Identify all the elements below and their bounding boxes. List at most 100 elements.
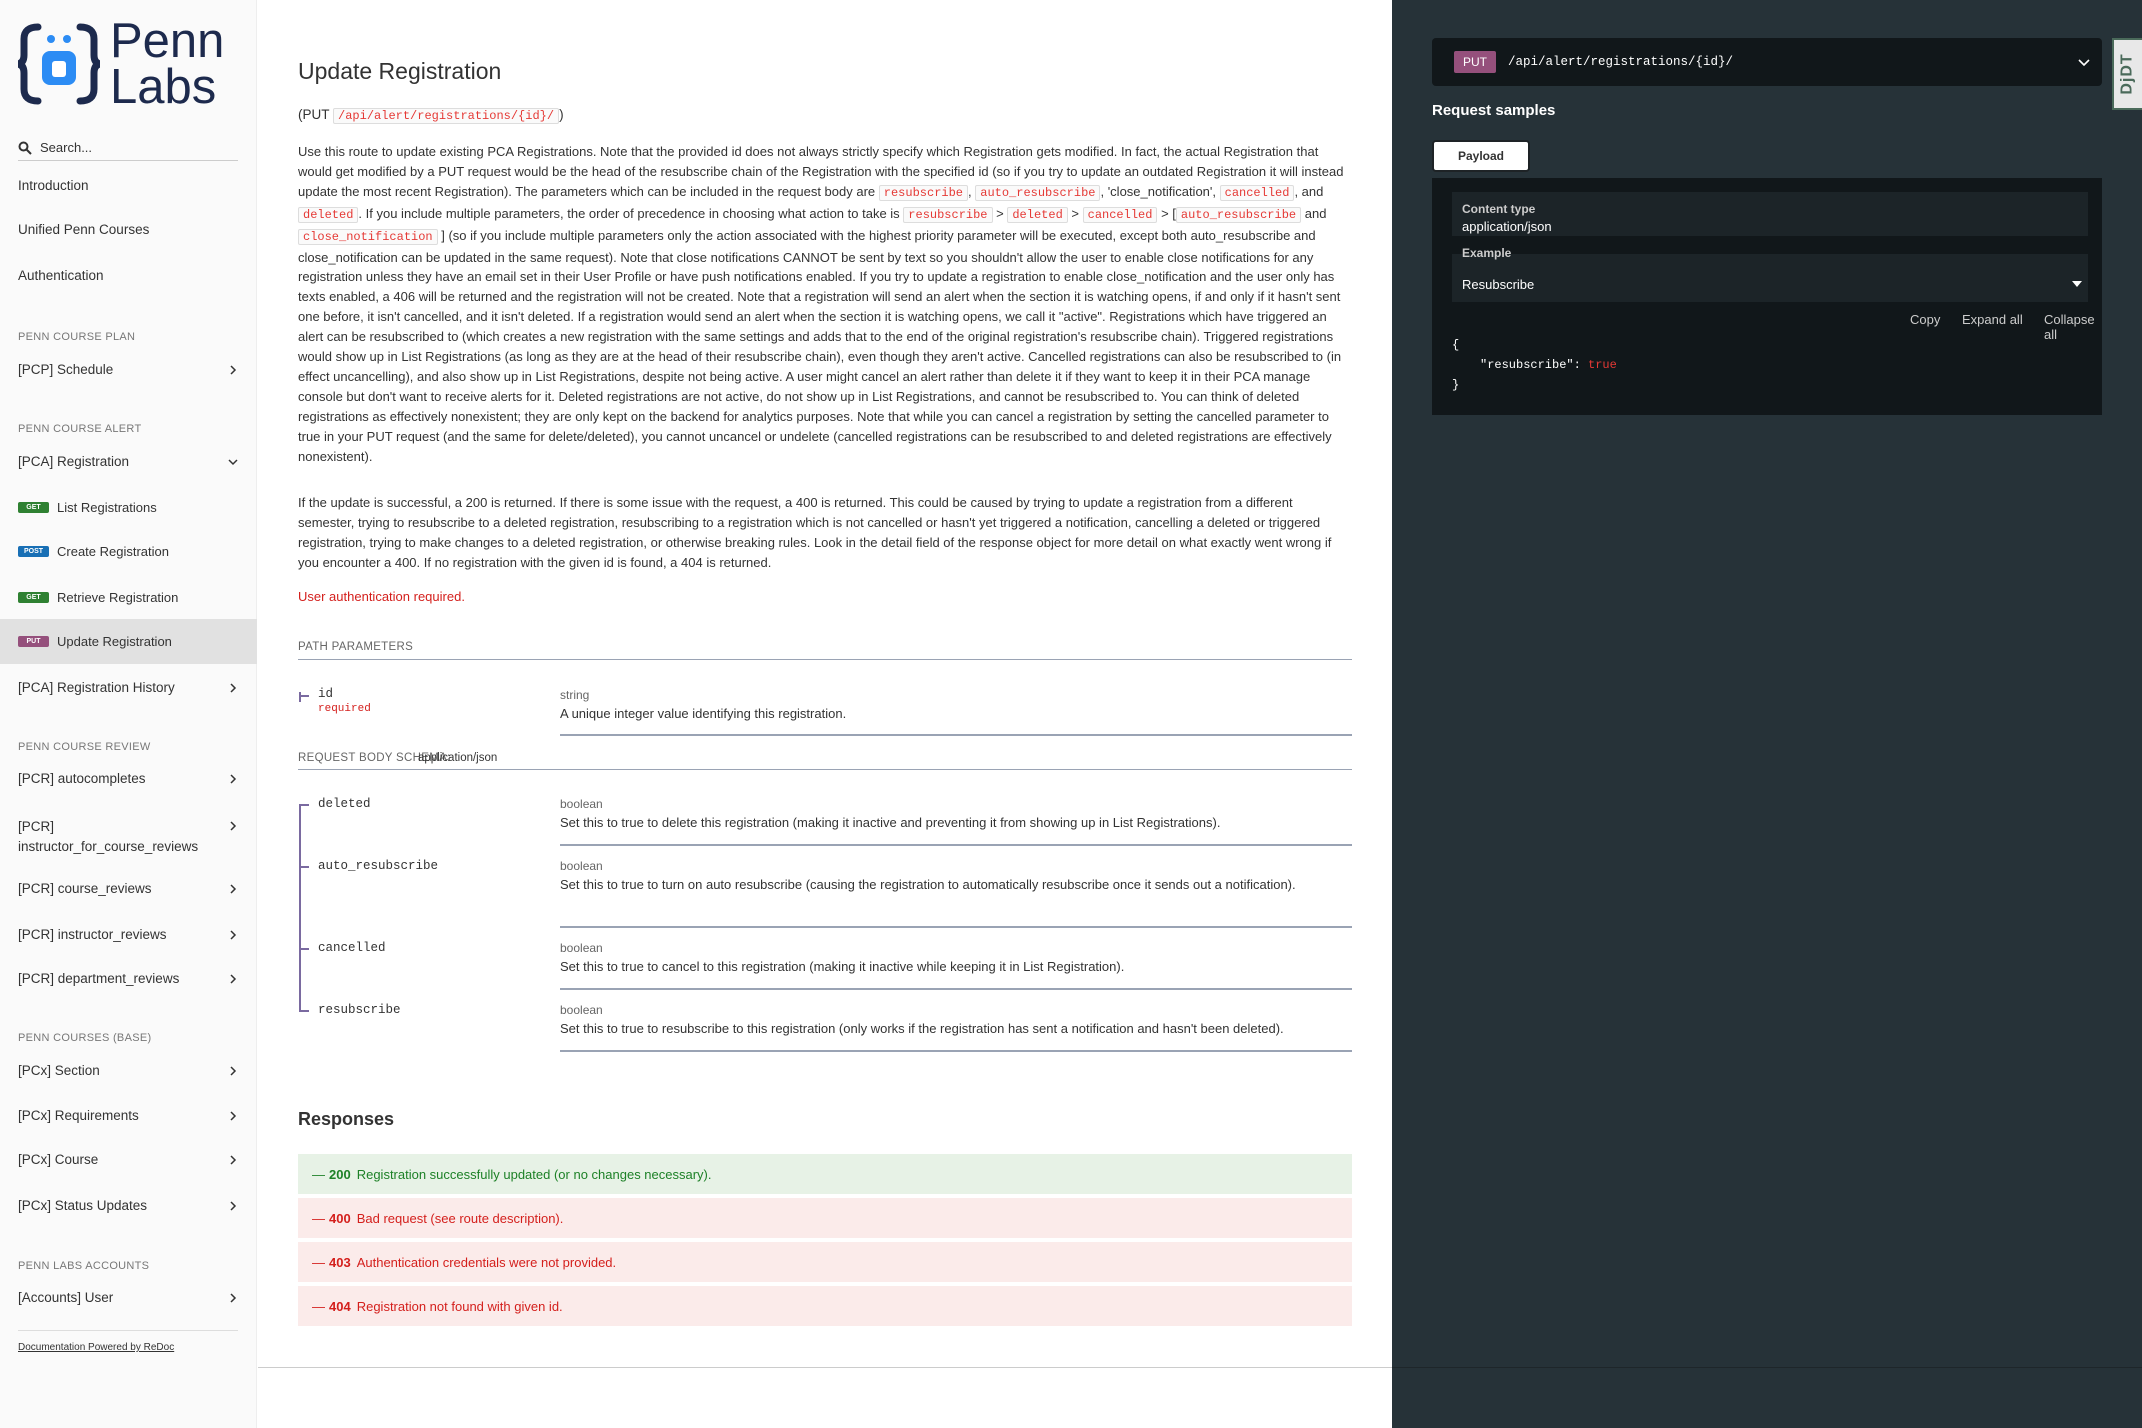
param-divider bbox=[560, 926, 1352, 928]
chevron-right-icon bbox=[230, 883, 237, 894]
response-dash: — bbox=[312, 1166, 325, 1182]
nav-pcx-status-updates[interactable]: [PCx] Status Updates bbox=[18, 1198, 238, 1213]
endpoint-bar[interactable]: PUT /api/alert/registrations/{id}/ bbox=[1432, 38, 2102, 86]
tree-line bbox=[299, 1010, 309, 1012]
section-penn-courses-base: PENN COURSES (BASE) bbox=[18, 1032, 152, 1044]
nav-pcr-course-reviews[interactable]: [PCR] course_reviews bbox=[18, 881, 238, 896]
nav-pcr-instructor-for-course-reviews[interactable]: [PCR] instructor_for_course_reviews bbox=[18, 817, 238, 857]
path-parameters-label: PATH PARAMETERS bbox=[298, 641, 414, 653]
search-icon bbox=[18, 141, 32, 155]
sample-panel: Content type application/json Example Re… bbox=[1432, 178, 2102, 415]
nav-introduction[interactable]: Introduction bbox=[18, 178, 238, 193]
param-auto-resubscribe-name: auto_resubscribe bbox=[318, 859, 439, 873]
nav-list-registrations[interactable]: GET List Registrations bbox=[18, 500, 238, 515]
nav-pcr-department-reviews-label: [PCR] department_reviews bbox=[18, 971, 180, 986]
nav-create-registration[interactable]: POST Create Registration bbox=[18, 544, 238, 559]
nav-update-registration[interactable]: PUT Update Registration bbox=[18, 634, 238, 649]
nav-pcr-department-reviews[interactable]: [PCR] department_reviews bbox=[18, 971, 238, 986]
search-box[interactable] bbox=[18, 135, 238, 161]
nav-pca-registration[interactable]: [PCA] Registration bbox=[18, 454, 238, 469]
json-key: "resubscribe" bbox=[1480, 358, 1574, 372]
tree-line bbox=[299, 866, 309, 868]
example-select[interactable] bbox=[1452, 254, 2088, 302]
nav-accounts-user-label: [Accounts] User bbox=[18, 1290, 114, 1305]
nav-create-registration-label: Create Registration bbox=[57, 544, 169, 559]
response-400[interactable]: — 400 Bad request (see route description… bbox=[298, 1198, 1352, 1238]
nav-pca-registration-history-label: [PCA] Registration History bbox=[18, 680, 175, 695]
search-input[interactable] bbox=[40, 140, 230, 155]
responses-title: Responses bbox=[298, 1109, 395, 1129]
example-select-value: Resubscribe bbox=[1462, 277, 1535, 292]
section-divider bbox=[258, 1367, 1392, 1368]
nav-pcp-schedule[interactable]: [PCP] Schedule bbox=[18, 362, 238, 377]
param-cancelled-type: boolean bbox=[560, 941, 603, 955]
chevron-right-icon bbox=[230, 1065, 237, 1076]
response-description: Bad request (see route description). bbox=[356, 1210, 564, 1226]
logo-text-line1: Penn bbox=[110, 14, 225, 68]
nav-pcr-instructor-suffix: instructor_for_course_reviews bbox=[18, 839, 199, 854]
chevron-right-icon bbox=[230, 1154, 237, 1165]
section-penn-course-alert: PENN COURSE ALERT bbox=[18, 423, 142, 435]
logo-text: Penn Labs bbox=[110, 14, 225, 112]
code-token: auto_resubscribe bbox=[1175, 206, 1302, 223]
redoc-powered-link[interactable]: Documentation Powered by ReDoc bbox=[18, 1342, 174, 1353]
nav-pcx-course-label: [PCx] Course bbox=[18, 1152, 99, 1167]
nav-retrieve-registration[interactable]: GET Retrieve Registration bbox=[18, 590, 238, 605]
nav-pcx-requirements[interactable]: [PCx] Requirements bbox=[18, 1108, 238, 1123]
param-id-name: id bbox=[318, 687, 334, 701]
endpoint-path: /api/alert/registrations/{id}/ bbox=[1508, 55, 1734, 69]
content-type-box: Content type application/json bbox=[1452, 192, 2088, 236]
nav-unified-penn-courses[interactable]: Unified Penn Courses bbox=[18, 222, 238, 237]
put-badge: PUT bbox=[18, 636, 49, 647]
desc-text: , 'close_notification', bbox=[1100, 183, 1216, 199]
param-deleted-type: boolean bbox=[560, 797, 603, 811]
expand-all-button[interactable]: Expand all bbox=[1962, 312, 2023, 327]
djdt-label: DjDT bbox=[2119, 53, 2137, 95]
section-penn-course-review: PENN COURSE REVIEW bbox=[18, 741, 151, 753]
django-debug-toolbar-handle[interactable]: DjDT bbox=[2112, 38, 2142, 110]
copy-button[interactable]: Copy bbox=[1910, 312, 1940, 327]
nav-pca-registration-history[interactable]: [PCA] Registration History bbox=[18, 680, 238, 695]
content-type-value: application/json bbox=[1462, 219, 1552, 234]
path-parameters-divider bbox=[298, 659, 1352, 660]
param-deleted-name: deleted bbox=[318, 797, 371, 811]
endpoint-method: PUT bbox=[1454, 51, 1496, 73]
nav-authentication[interactable]: Authentication bbox=[18, 268, 238, 283]
nav-accounts-user[interactable]: [Accounts] User bbox=[18, 1290, 238, 1305]
response-code: 404 bbox=[329, 1298, 351, 1314]
collapse-all-button[interactable]: Collapse all bbox=[2044, 312, 2102, 342]
nav-retrieve-registration-label: Retrieve Registration bbox=[57, 590, 179, 605]
desc-text: , bbox=[968, 183, 972, 199]
param-id-required: required bbox=[318, 703, 371, 715]
nav-pcr-instructor-for-course-reviews-label: [PCR] instructor_for_course_reviews bbox=[18, 817, 198, 857]
json-value: true bbox=[1588, 358, 1617, 372]
sidebar: Penn Labs Introduction Unified Penn Cour… bbox=[0, 0, 257, 1428]
nav-pcr-autocompletes[interactable]: [PCR] autocompletes bbox=[18, 771, 238, 786]
desc-text: , and bbox=[1294, 183, 1324, 199]
request-body-media-type: application/json bbox=[418, 752, 498, 764]
chevron-right-icon bbox=[230, 1200, 237, 1211]
tab-payload[interactable]: Payload bbox=[1432, 140, 1530, 172]
chevron-right-icon bbox=[230, 773, 237, 784]
param-resubscribe-type: boolean bbox=[560, 1003, 603, 1017]
param-auto-resubscribe-type: boolean bbox=[560, 859, 603, 873]
response-200[interactable]: — 200 Registration successfully updated … bbox=[298, 1154, 1352, 1194]
nav-pcr-instructor-reviews[interactable]: [PCR] instructor_reviews bbox=[18, 927, 238, 942]
penn-labs-logo[interactable]: Penn Labs bbox=[18, 14, 238, 112]
nav-update-registration-label: Update Registration bbox=[57, 634, 172, 649]
chevron-right-icon bbox=[230, 682, 237, 693]
nav-pcx-section[interactable]: [PCx] Section bbox=[18, 1063, 238, 1078]
response-code: 400 bbox=[329, 1210, 351, 1226]
desc-text: > [ bbox=[1161, 205, 1176, 221]
nav-pcx-course[interactable]: [PCx] Course bbox=[18, 1152, 238, 1167]
response-403[interactable]: — 403 Authentication credentials were no… bbox=[298, 1242, 1352, 1282]
page-title: Update Registration bbox=[298, 58, 502, 84]
nav-list-registrations-label: List Registrations bbox=[57, 500, 157, 515]
response-404[interactable]: — 404 Registration not found with given … bbox=[298, 1286, 1352, 1326]
penn-labs-logo-icon bbox=[18, 23, 100, 105]
desc-text: . If you include multiple parameters, th… bbox=[358, 205, 900, 221]
tree-line bbox=[299, 804, 301, 1012]
response-description: Authentication credentials were not prov… bbox=[356, 1254, 617, 1270]
param-id-description: A unique integer value identifying this … bbox=[560, 706, 847, 721]
tree-line bbox=[299, 948, 309, 950]
